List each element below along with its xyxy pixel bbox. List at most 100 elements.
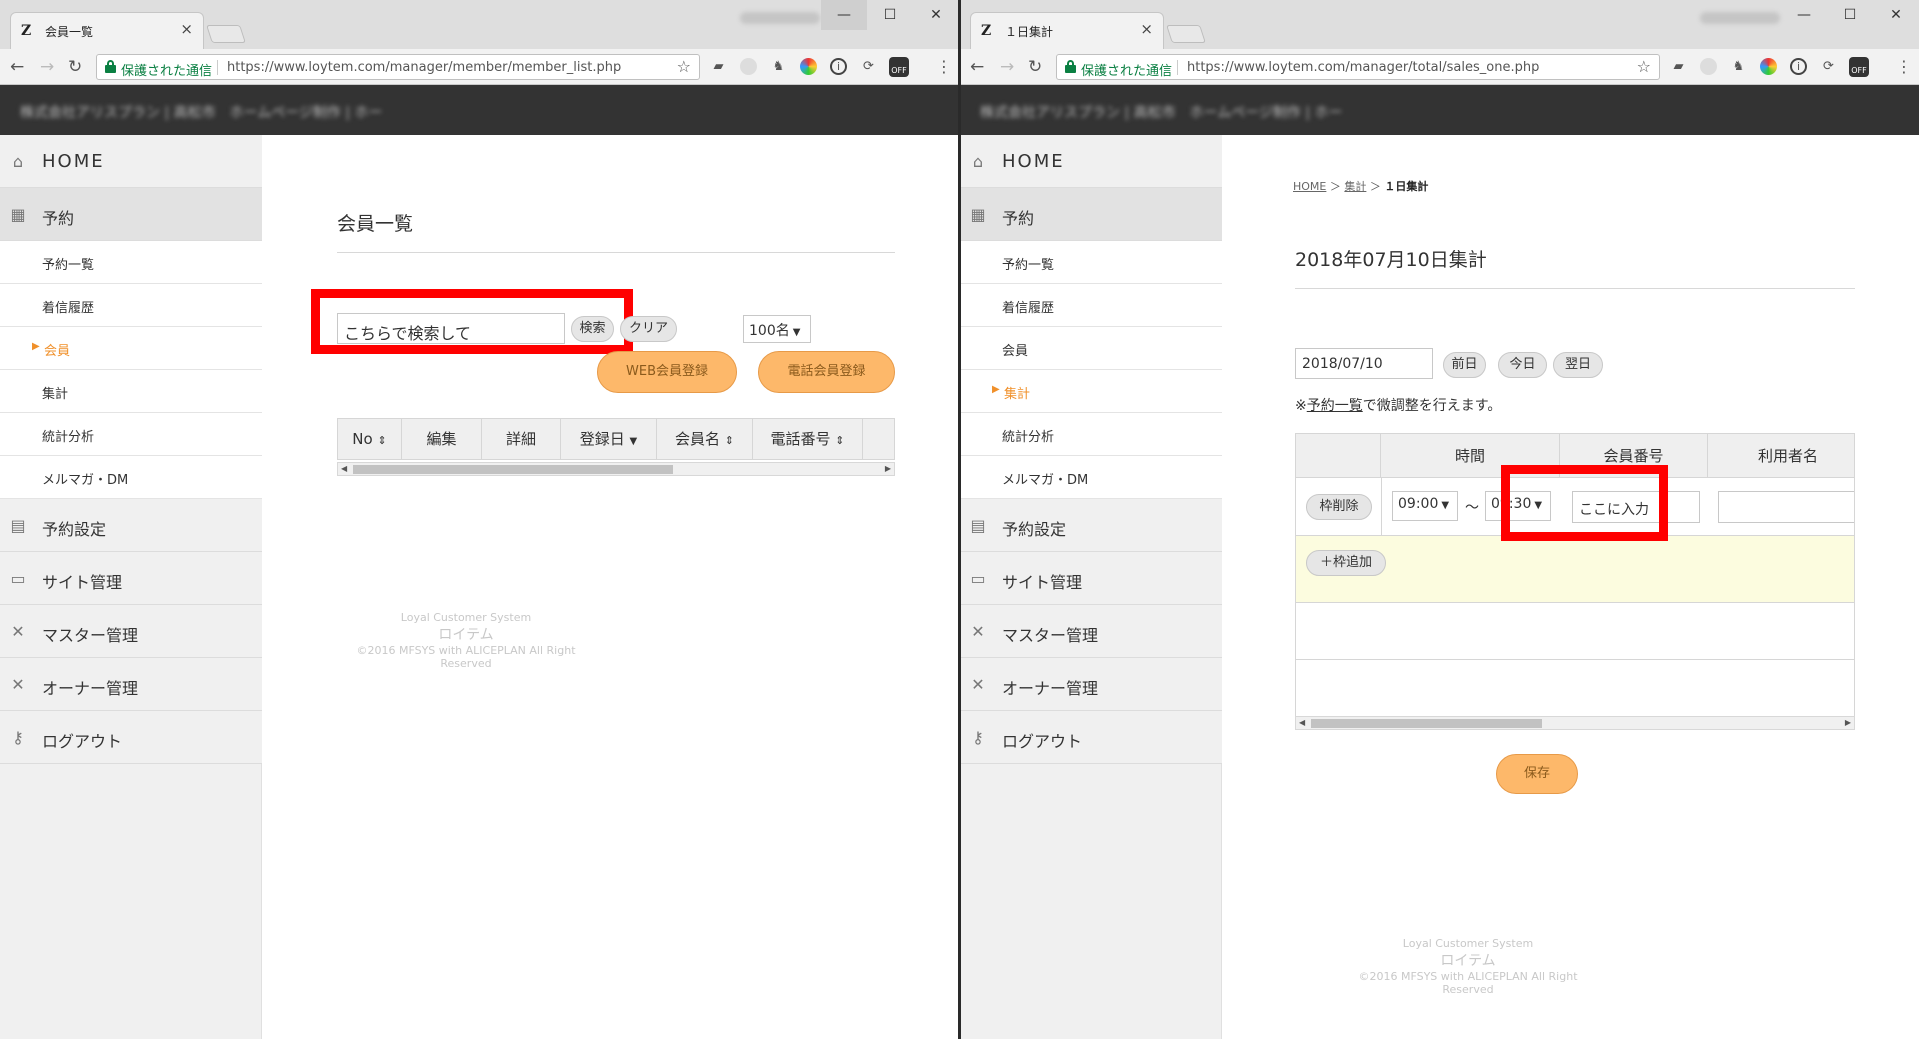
color-picker-icon[interactable]: [800, 58, 817, 75]
sidebar-item-master-management[interactable]: ✕ マスター管理: [960, 605, 1222, 658]
sidebar-item-logout[interactable]: ⚷ ログアウト: [0, 711, 262, 764]
web-register-button[interactable]: WEB会員登録: [597, 351, 737, 393]
new-tab-button[interactable]: [206, 25, 246, 43]
reload-icon[interactable]: ↻: [68, 57, 82, 77]
sidebar-item-site-management[interactable]: ▭ サイト管理: [0, 552, 262, 605]
minimize-button[interactable]: —: [821, 0, 867, 30]
sidebar-item-owner-management[interactable]: ✕ オーナー管理: [960, 658, 1222, 711]
save-button[interactable]: 保存: [1496, 754, 1578, 794]
sidebar-item-reservation[interactable]: ▦ 予約: [960, 188, 1222, 241]
column-member-name[interactable]: 会員名 ⇕: [657, 419, 753, 459]
main-content: HOME ＞ 集計 ＞ １日集計 2018年07月10日集計 2018/07/1…: [1223, 135, 1919, 1039]
sidebar-label: オーナー管理: [1002, 679, 1099, 698]
off-badge-icon[interactable]: OFF: [1849, 57, 1869, 77]
search-input[interactable]: こちらで検索して: [337, 313, 565, 344]
phone-register-button[interactable]: 電話会員登録: [758, 351, 895, 393]
next-day-button[interactable]: 翌日: [1553, 352, 1603, 378]
evernote-icon[interactable]: ♞: [770, 58, 787, 75]
today-button[interactable]: 今日: [1498, 352, 1547, 378]
favicon-icon: Z: [981, 23, 992, 39]
table-horizontal-scrollbar[interactable]: ◀ ▶: [337, 462, 895, 476]
user-name-input[interactable]: [1718, 491, 1854, 523]
extension-icon-3[interactable]: ⟳: [1820, 58, 1837, 75]
title-divider: [1295, 288, 1855, 289]
column-register-date[interactable]: 登録日 ▼: [561, 419, 657, 459]
scrollbar-thumb[interactable]: [1311, 719, 1542, 728]
extension-icon-1[interactable]: ▰: [710, 58, 727, 75]
sidebar-item-site-management[interactable]: ▭ サイト管理: [960, 552, 1222, 605]
back-arrow-icon[interactable]: ←: [970, 57, 984, 77]
time-from-select[interactable]: 09:00 ▼: [1392, 491, 1458, 521]
info-icon[interactable]: i: [830, 58, 847, 75]
extension-icon-2[interactable]: [1700, 58, 1717, 75]
bookmark-star-icon[interactable]: ☆: [677, 57, 691, 76]
sidebar-item-reservation-list[interactable]: 予約一覧: [960, 241, 1222, 284]
breadcrumb-total-link[interactable]: 集計: [1344, 180, 1366, 193]
bookmark-star-icon[interactable]: ☆: [1637, 57, 1651, 76]
reservation-list-link[interactable]: 予約一覧: [1307, 398, 1363, 414]
sidebar-item-total[interactable]: ▶ 集計: [960, 370, 1222, 413]
sidebar-item-reservation-settings[interactable]: ▤ 予約設定: [0, 499, 262, 552]
scroll-right-icon[interactable]: ▶: [885, 463, 891, 475]
delete-frame-button[interactable]: 枠削除: [1306, 494, 1372, 520]
sidebar-item-member[interactable]: 会員: [960, 327, 1222, 370]
off-badge-icon[interactable]: OFF: [889, 57, 909, 77]
table-horizontal-scrollbar[interactable]: ◀ ▶: [1295, 716, 1855, 730]
search-button[interactable]: 検索: [571, 316, 614, 342]
scroll-right-icon[interactable]: ▶: [1845, 717, 1851, 729]
sidebar-item-home[interactable]: ⌂ HOME: [960, 135, 1222, 188]
evernote-icon[interactable]: ♞: [1730, 58, 1747, 75]
prev-day-button[interactable]: 前日: [1443, 352, 1486, 378]
menu-kebab-icon[interactable]: ⋮: [936, 57, 952, 76]
extension-icon-2[interactable]: [740, 58, 757, 75]
back-arrow-icon[interactable]: ←: [10, 57, 24, 77]
sidebar-item-stats[interactable]: 統計分析: [960, 413, 1222, 456]
sidebar-item-mailmag[interactable]: メルマガ・DM: [0, 456, 262, 499]
sidebar-item-home[interactable]: ⌂ HOME: [0, 135, 262, 188]
sidebar-item-master-management[interactable]: ✕ マスター管理: [0, 605, 262, 658]
color-picker-icon[interactable]: [1760, 58, 1777, 75]
scroll-left-icon[interactable]: ◀: [1299, 717, 1305, 729]
maximize-button[interactable]: ☐: [1827, 0, 1873, 30]
add-frame-button[interactable]: ＋枠追加: [1306, 550, 1386, 576]
sidebar-item-stats[interactable]: 統計分析: [0, 413, 262, 456]
sidebar-item-incoming-history[interactable]: 着信履歴: [960, 284, 1222, 327]
forward-arrow-icon[interactable]: →: [40, 57, 54, 77]
address-bar[interactable]: 保護された通信 https://www.loytem.com/manager/m…: [96, 54, 700, 80]
address-bar[interactable]: 保護された通信 https://www.loytem.com/manager/t…: [1056, 54, 1660, 80]
sidebar-item-total[interactable]: 集計: [0, 370, 262, 413]
sidebar-item-mailmag[interactable]: メルマガ・DM: [960, 456, 1222, 499]
close-window-button[interactable]: ✕: [1873, 0, 1919, 30]
extension-icon-3[interactable]: ⟳: [860, 58, 877, 75]
new-tab-button[interactable]: [1166, 25, 1206, 43]
maximize-button[interactable]: ☐: [867, 0, 913, 30]
url-text: https://www.loytem.com/manager/member/me…: [227, 60, 622, 75]
sidebar-label: サイト管理: [42, 573, 123, 592]
scrollbar-thumb[interactable]: [353, 465, 673, 474]
browser-tab-member-list[interactable]: Z 会員一覧 ×: [10, 12, 204, 49]
close-tab-icon[interactable]: ×: [180, 20, 193, 38]
reload-icon[interactable]: ↻: [1028, 57, 1042, 77]
close-window-button[interactable]: ✕: [913, 0, 959, 30]
sidebar-item-reservation-settings[interactable]: ▤ 予約設定: [960, 499, 1222, 552]
sidebar-item-reservation-list[interactable]: 予約一覧: [0, 241, 262, 284]
minimize-button[interactable]: —: [1781, 0, 1827, 30]
sidebar-item-logout[interactable]: ⚷ ログアウト: [960, 711, 1222, 764]
sidebar-item-incoming-history[interactable]: 着信履歴: [0, 284, 262, 327]
extension-icon-1[interactable]: ▰: [1670, 58, 1687, 75]
sidebar-item-reservation[interactable]: ▦ 予約: [0, 188, 262, 241]
forward-arrow-icon[interactable]: →: [1000, 57, 1014, 77]
sidebar-item-owner-management[interactable]: ✕ オーナー管理: [0, 658, 262, 711]
column-phone[interactable]: 電話番号 ⇕: [753, 419, 863, 459]
scroll-left-icon[interactable]: ◀: [341, 463, 347, 475]
per-page-select[interactable]: 100名 ▼: [743, 315, 811, 343]
clear-button[interactable]: クリア: [620, 316, 677, 342]
browser-tab-daily-total[interactable]: Z １日集計 ×: [970, 12, 1164, 49]
sidebar-item-member[interactable]: ▶ 会員: [0, 327, 262, 370]
menu-kebab-icon[interactable]: ⋮: [1896, 57, 1912, 76]
date-input[interactable]: 2018/07/10: [1295, 348, 1433, 379]
close-tab-icon[interactable]: ×: [1140, 20, 1153, 38]
breadcrumb-home-link[interactable]: HOME: [1293, 180, 1326, 193]
column-no[interactable]: No ⇕: [338, 419, 402, 459]
info-icon[interactable]: i: [1790, 58, 1807, 75]
